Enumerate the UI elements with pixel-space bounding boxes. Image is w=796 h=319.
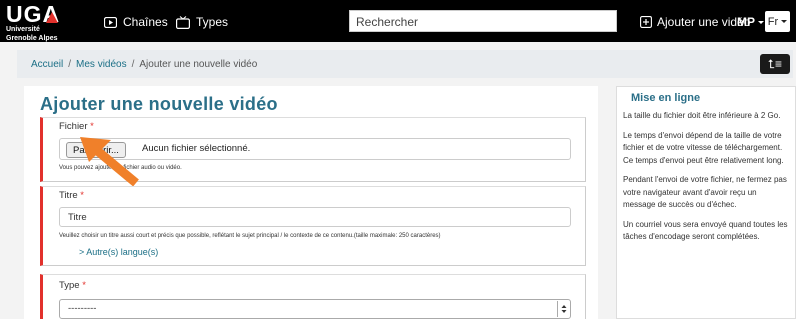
breadcrumb-home[interactable]: Accueil xyxy=(31,59,63,70)
type-fieldset: Type * --------- xyxy=(40,274,586,319)
toc-icon: ⮤≡ xyxy=(767,56,783,71)
logo-triangle-icon xyxy=(46,12,58,23)
sidebar-title: Mise en ligne xyxy=(631,92,701,104)
breadcrumb: Accueil / Mes vidéos / Ajouter une nouve… xyxy=(17,50,793,78)
title-label: Titre * xyxy=(59,190,84,201)
play-box-icon xyxy=(104,16,117,28)
type-label: Type * xyxy=(59,280,86,291)
nav-types-link[interactable]: Types xyxy=(176,12,228,32)
nav-types-label: Types xyxy=(196,15,229,29)
file-status: Aucun fichier sélectionné. xyxy=(142,143,251,154)
type-select[interactable]: --------- xyxy=(59,299,571,319)
breadcrumb-current: Ajouter une nouvelle vidéo xyxy=(139,58,258,70)
chevron-down-icon xyxy=(781,20,788,23)
file-label: Fichier * xyxy=(59,121,94,132)
type-select-value: --------- xyxy=(68,303,97,314)
search-input[interactable]: Rechercher xyxy=(349,10,617,32)
nav-chaines-link[interactable]: Chaînes xyxy=(104,12,168,32)
user-menu-button[interactable]: MP xyxy=(737,12,764,32)
title-help-text: Veuillez choisir un titre aussi court et… xyxy=(59,233,441,239)
other-languages-link[interactable]: > Autre(s) langue(s) xyxy=(79,247,158,257)
sidebar-paragraph-email: Un courriel vous sera envoyé quand toute… xyxy=(623,219,788,242)
plus-box-icon xyxy=(640,16,652,28)
logo-line-2: Grenoble Alpes xyxy=(6,35,58,42)
upload-form-panel: Ajouter une nouvelle vidéo Fichier * Par… xyxy=(24,86,598,319)
select-arrows-icon xyxy=(557,301,569,317)
table-of-contents-button[interactable]: ⮤≡ xyxy=(760,54,790,74)
sidebar-paragraph-size: La taille du fichier doit être inférieur… xyxy=(623,111,781,120)
sidebar-paragraph-time: Le temps d'envoi dépend de la taille de … xyxy=(623,130,784,165)
search-placeholder: Rechercher xyxy=(356,15,419,29)
title-fieldset: Titre * Titre Veuillez choisir un titre … xyxy=(40,186,586,266)
page-title: Ajouter une nouvelle vidéo xyxy=(40,94,278,114)
add-video-button[interactable]: Ajouter une vidéo xyxy=(640,12,750,32)
nav-chaines-label: Chaînes xyxy=(123,15,168,29)
title-input-value: Titre xyxy=(68,212,87,223)
upload-help-sidebar: Mise en ligne La taille du fichier doit … xyxy=(616,86,796,319)
user-initials: MP xyxy=(737,15,755,29)
uga-logo[interactable]: UGA Université Grenoble Alpes xyxy=(6,3,66,43)
language-label: Fr xyxy=(767,15,779,28)
breadcrumb-separator: / xyxy=(68,58,72,70)
sidebar-paragraph-warning: Pendant l'envoi de votre fichier, ne fer… xyxy=(623,175,787,209)
top-navbar: UGA Université Grenoble Alpes Chaînes Ty… xyxy=(0,0,796,42)
breadcrumb-separator: / xyxy=(131,58,135,70)
language-selector[interactable]: Fr xyxy=(765,11,790,32)
tv-icon xyxy=(176,15,190,29)
title-input[interactable]: Titre xyxy=(59,207,571,227)
orange-arrow-icon xyxy=(80,137,139,186)
breadcrumb-my-videos[interactable]: Mes vidéos xyxy=(76,59,127,70)
chevron-down-icon xyxy=(758,20,764,24)
logo-line-1: Université xyxy=(6,26,40,33)
